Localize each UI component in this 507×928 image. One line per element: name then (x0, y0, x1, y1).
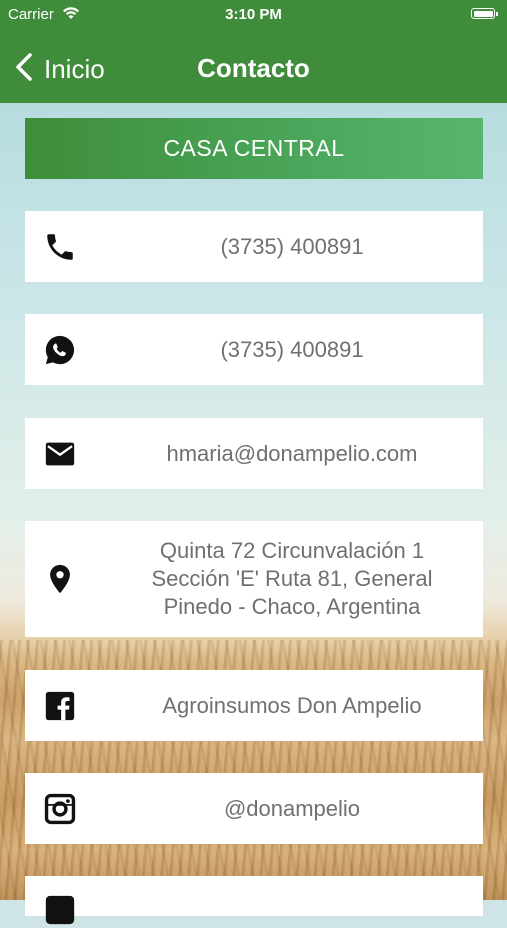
email-address: hmaria@donampelio.com (166, 440, 418, 466)
next-contact-card[interactable] (25, 876, 483, 925)
facebook-page: Agroinsumos Don Ampelio (162, 692, 422, 718)
page-title: Contacto (197, 53, 310, 83)
whatsapp-icon (42, 332, 78, 368)
address-card[interactable]: Quinta 72 Circunvalación 1 Sección 'E' R… (25, 521, 483, 637)
partial-icon (42, 892, 78, 928)
address-text: Quinta 72 Circunvalación 1 Sección 'E' R… (117, 537, 467, 621)
phone-number: (3735) 400891 (220, 233, 364, 259)
phone-card[interactable]: (3735) 400891 (25, 211, 483, 282)
status-time: 3:10 PM (225, 6, 282, 23)
whatsapp-number: (3735) 400891 (220, 336, 364, 362)
facebook-icon (42, 688, 78, 724)
instagram-card[interactable]: @donampelio (25, 773, 483, 844)
facebook-card[interactable]: Agroinsumos Don Ampelio (25, 670, 483, 741)
location-pin-icon (42, 561, 78, 597)
email-card[interactable]: hmaria@donampelio.com (25, 418, 483, 489)
whatsapp-card[interactable]: (3735) 400891 (25, 314, 483, 385)
instagram-handle: @donampelio (223, 795, 361, 821)
nav-bar: Carrier 3:10 PM Inicio Contacto (0, 0, 507, 103)
address-line-3: Pinedo - Chaco, Argentina (163, 594, 421, 619)
mail-icon (42, 436, 78, 472)
section-banner: CASA CENTRAL (25, 118, 483, 179)
address-line-2: Sección 'E' Ruta 81, General (151, 566, 433, 591)
status-bar: Carrier 3:10 PM (0, 0, 507, 28)
banner-label: CASA CENTRAL (163, 135, 345, 161)
battery-icon (471, 8, 498, 19)
phone-icon (42, 229, 78, 265)
address-line-1: Quinta 72 Circunvalación 1 (159, 538, 425, 563)
instagram-icon (42, 791, 78, 827)
